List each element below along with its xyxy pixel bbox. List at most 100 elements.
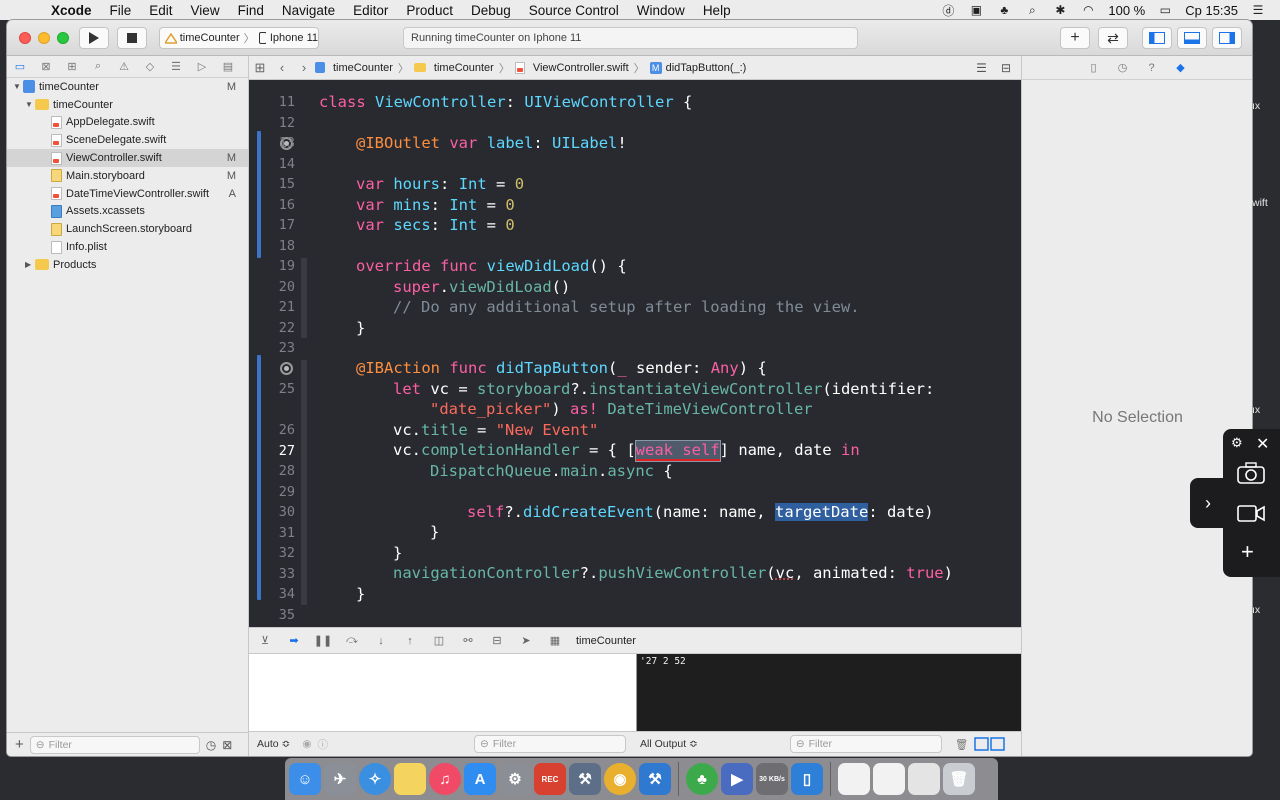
menu-edit[interactable]: Edit — [140, 3, 181, 18]
breadcrumb-project[interactable]: timeCounter — [315, 62, 393, 74]
menu-product[interactable]: Product — [397, 3, 462, 18]
tree-item-file-selected[interactable]: ViewController.swift M — [7, 149, 248, 167]
spotlight-search-icon[interactable]: ⌕ — [1024, 3, 1040, 17]
forward-icon[interactable]: › — [293, 60, 315, 75]
xcode-icon[interactable]: ⚒ — [639, 763, 671, 795]
plus-icon[interactable]: + — [1241, 539, 1254, 565]
trash-icon[interactable]: 🗑 — [955, 738, 968, 751]
source-control-icon[interactable]: ⊠ — [38, 59, 54, 75]
debug-icon[interactable]: ☰ — [168, 59, 184, 75]
step-into-icon[interactable]: ↓ — [373, 634, 389, 648]
breakpoint-icon[interactable]: ▷ — [194, 59, 210, 75]
breadcrumb-file[interactable]: ViewController.swift — [514, 61, 629, 74]
screenshot-stack-icon[interactable] — [908, 763, 940, 795]
menu-navigate[interactable]: Navigate — [273, 3, 344, 18]
bluetooth-icon[interactable]: ✱ — [1052, 3, 1068, 17]
minimize-window-button[interactable] — [38, 32, 50, 44]
screen-mirror-icon[interactable]: ▣ — [968, 3, 984, 17]
menu-debug[interactable]: Debug — [462, 3, 520, 18]
run-button[interactable] — [79, 27, 109, 49]
toggle-debug-area-button[interactable] — [1177, 27, 1207, 49]
text-file-icon[interactable] — [873, 763, 905, 795]
editor-options-icon[interactable]: ☰ — [976, 61, 987, 75]
output-scope-selector[interactable]: All Output ≎ — [640, 738, 698, 750]
network-monitor-icon[interactable]: 30 KB/s — [756, 763, 788, 795]
video-camera-icon[interactable] — [1237, 503, 1265, 523]
safari-icon[interactable]: ✧ — [359, 763, 391, 795]
menu-file[interactable]: File — [101, 3, 141, 18]
tree-item-file[interactable]: LaunchScreen.storyboard — [7, 220, 248, 238]
info-icon[interactable]: ⓘ — [318, 737, 329, 752]
document-icon[interactable] — [838, 763, 870, 795]
simulator-icon[interactable]: ▯ — [791, 763, 823, 795]
quick-look-icon[interactable]: ◉ — [302, 738, 311, 750]
tree-item-file[interactable]: Main.storyboard M — [7, 167, 248, 185]
location-icon[interactable]: ➤ — [518, 634, 534, 648]
variables-view[interactable] — [249, 654, 636, 731]
close-icon[interactable]: ✕ — [1256, 434, 1269, 454]
app-store-icon[interactable]: A — [464, 763, 496, 795]
toggle-navigator-button[interactable] — [1142, 27, 1172, 49]
folder-icon[interactable]: ▭ — [12, 59, 28, 75]
evernote-helper-icon[interactable]: ♣ — [996, 3, 1012, 17]
disclosure-closed-icon[interactable]: ▶ — [25, 260, 35, 269]
report-icon[interactable]: ▤ — [220, 59, 236, 75]
test-icon[interactable]: ◇ — [142, 59, 158, 75]
source-editor[interactable]: 11 12 13 14 15 16 17 18 19 20 21 22 23 2… — [249, 80, 1021, 627]
memory-graph-icon[interactable]: ⚯ — [460, 634, 476, 648]
evernote-icon[interactable]: ♣ — [686, 763, 718, 795]
fold-ribbon[interactable] — [301, 360, 307, 605]
menu-editor[interactable]: Editor — [344, 3, 397, 18]
warning-icon[interactable]: ⚠ — [116, 59, 132, 75]
finder-icon[interactable]: ☺ — [289, 763, 321, 795]
split-view-icon[interactable] — [974, 737, 1006, 751]
music-icon[interactable]: ♫ — [429, 763, 461, 795]
console-filter-field[interactable]: ⊖ Filter — [789, 735, 942, 753]
wifi-icon[interactable]: ◠ — [1080, 3, 1096, 17]
menu-find[interactable]: Find — [229, 3, 273, 18]
camera-icon[interactable] — [1237, 462, 1265, 484]
debug-target-name[interactable]: timeCounter — [576, 635, 636, 647]
gear-icon[interactable]: ⚙ — [1231, 435, 1243, 451]
d-status-icon[interactable]: ⓓ — [940, 3, 956, 18]
screen-recorder-icon[interactable]: REC — [534, 763, 566, 795]
menu-app-name[interactable]: Xcode — [42, 3, 101, 18]
stop-button[interactable] — [117, 27, 147, 49]
fold-ribbon[interactable] — [301, 258, 307, 338]
gear-icon[interactable]: ⚙ — [499, 763, 531, 795]
menu-view[interactable]: View — [182, 3, 229, 18]
menu-window[interactable]: Window — [628, 3, 694, 18]
clock[interactable]: Ср 15:35 — [1185, 3, 1238, 18]
selected-token-target-date[interactable]: targetDate — [774, 503, 869, 521]
breakpoints-toggle-icon[interactable]: ➡ — [286, 634, 302, 648]
scheme-selector[interactable]: timeCounter 〉 Iphone 11 — [159, 27, 319, 49]
pause-icon[interactable]: ❚❚ — [314, 634, 332, 648]
variables-scope-selector[interactable]: Auto ≎ — [257, 738, 290, 750]
breadcrumb-group[interactable]: timeCounter — [413, 62, 494, 74]
quick-help-icon[interactable]: ? — [1145, 61, 1159, 75]
file-inspector-icon[interactable]: ▯ — [1087, 61, 1101, 75]
console-output[interactable]: '27 2 52 — [636, 654, 1021, 731]
disclosure-open-icon[interactable]: ▼ — [25, 100, 35, 109]
tree-item-file[interactable]: Info.plist — [7, 238, 248, 256]
keynote-icon[interactable]: ▶ — [721, 763, 753, 795]
notification-list-icon[interactable]: ☰ — [1250, 3, 1266, 17]
code-review-button[interactable]: ⇄ — [1098, 27, 1128, 49]
battery-icon[interactable]: ▭ — [1157, 3, 1173, 17]
tree-item-project[interactable]: ▼ timeCounter M — [7, 78, 248, 96]
history-inspector-icon[interactable]: ◷ — [1116, 61, 1130, 75]
hide-debug-area-icon[interactable]: ⊻ — [257, 634, 273, 648]
tree-item-group[interactable]: ▼ timeCounter — [7, 96, 248, 114]
disclosure-open-icon[interactable]: ▼ — [13, 82, 23, 91]
step-out-icon[interactable]: ↑ — [402, 634, 418, 648]
highlighted-token-weak-self[interactable]: weak self — [634, 440, 721, 462]
add-file-button[interactable]: + — [15, 736, 24, 753]
modified-files-icon[interactable]: ⊠ — [222, 738, 232, 752]
related-items-icon[interactable]: ⊞ — [249, 60, 271, 76]
notes-icon[interactable] — [394, 763, 426, 795]
attributes-inspector-icon[interactable]: ◆ — [1174, 61, 1188, 75]
find-icon[interactable]: ⌕ — [90, 59, 106, 75]
fullscreen-window-button[interactable] — [57, 32, 69, 44]
navigator-filter-field[interactable]: ⊖ Filter — [29, 735, 200, 754]
breadcrumb-method[interactable]: M didTapButton(_:) — [649, 61, 746, 74]
